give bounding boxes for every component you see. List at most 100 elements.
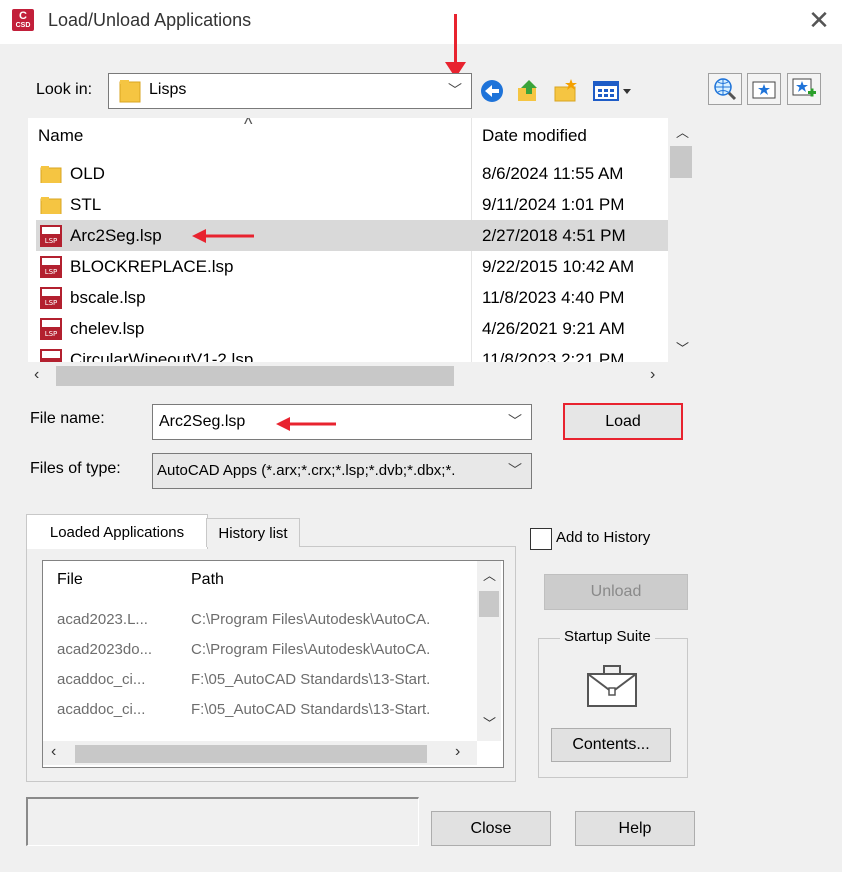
scroll-right-arrow-icon[interactable]: › (455, 743, 460, 761)
lsp-file-icon: LSP (40, 225, 62, 247)
close-window-icon[interactable]: ✕ (806, 6, 832, 34)
file-list[interactable]: Name ^ Date modified OLD 8/6/2024 11:55 … (28, 118, 668, 362)
scroll-right-arrow-icon[interactable]: › (650, 366, 655, 384)
briefcase-icon[interactable] (586, 664, 638, 710)
loaded-list-vertical-scrollbar[interactable]: ︿ ﹀ (477, 561, 501, 741)
file-name: STL (70, 195, 102, 214)
column-header-date-modified[interactable]: Date modified (482, 118, 662, 154)
column-header-name[interactable]: Name (38, 118, 468, 154)
column-header-file[interactable]: File (57, 571, 83, 589)
scroll-left-arrow-icon[interactable]: ‹ (34, 366, 39, 384)
file-name: BLOCKREPLACE.lsp (70, 257, 234, 276)
files-of-type-label: Files of type: (30, 460, 121, 477)
file-name: CircularWipeoutV1-2.lsp (70, 350, 254, 362)
web-search-button[interactable] (708, 73, 742, 105)
file-row-chelev[interactable]: LSP chelev.lsp 4/26/2021 9:21 AM (36, 313, 668, 344)
load-unload-dialog: C CSD Load/Unload Applications ✕ Look in… (0, 0, 842, 872)
new-folder-button[interactable] (552, 77, 580, 105)
file-date: 9/22/2015 10:42 AM (482, 257, 635, 276)
up-folder-button[interactable] (514, 77, 542, 105)
file-row-circularwipeout[interactable]: LSP CircularWipeoutV1-2.lsp 11/8/2023 2:… (36, 344, 668, 362)
file-date: 11/8/2023 2:21 PM (482, 350, 625, 362)
file-date: 4/26/2021 9:21 AM (482, 319, 625, 338)
chevron-down-icon: ﹀ (448, 82, 462, 98)
scroll-down-arrow-icon[interactable]: ﹀ (483, 713, 496, 732)
close-button[interactable]: Close (431, 811, 551, 846)
file-name: bscale.lsp (70, 288, 146, 307)
folder-icon (40, 197, 62, 214)
tab-history-list[interactable]: History list (206, 518, 300, 547)
add-to-history-checkbox[interactable] (530, 528, 552, 550)
up-folder-icon (518, 80, 537, 101)
loaded-row[interactable]: acaddoc_ci... F:\05_AutoCAD Standards\13… (43, 695, 487, 725)
svg-text:LSP: LSP (45, 268, 58, 276)
help-button[interactable]: Help (575, 811, 695, 846)
scroll-down-arrow-icon[interactable]: ﹀ (676, 338, 689, 357)
file-date: 8/6/2024 11:55 AM (482, 164, 624, 183)
annotation-arrow-down (454, 14, 457, 66)
annotation-arrow-left (276, 417, 336, 431)
file-list-vertical-scrollbar[interactable]: ︿ ﹀ (668, 118, 696, 362)
scroll-left-arrow-icon[interactable]: ‹ (51, 743, 56, 761)
scroll-up-arrow-icon[interactable]: ︿ (676, 122, 689, 141)
loaded-row[interactable]: acad2023do... C:\Program Files\Autodesk\… (43, 635, 487, 665)
svg-text:LSP: LSP (45, 237, 58, 245)
lsp-file-icon: LSP (40, 349, 62, 362)
look-in-dropdown[interactable]: Lisps ﹀ (108, 73, 472, 109)
scrollbar-thumb[interactable] (75, 745, 427, 763)
favorites-button[interactable] (747, 73, 781, 105)
file-row-blockreplace[interactable]: LSP BLOCKREPLACE.lsp 9/22/2015 10:42 AM (36, 251, 668, 282)
loaded-applications-list[interactable]: File Path acad2023.L... C:\Program Files… (42, 560, 504, 768)
load-button[interactable]: Load (563, 403, 683, 440)
lsp-file-icon: LSP (40, 318, 62, 340)
globe-search-icon (714, 78, 737, 101)
annotation-arrow-left (192, 229, 254, 243)
loaded-row[interactable]: acad2023.L... C:\Program Files\Autodesk\… (43, 605, 487, 635)
loaded-path: F:\05_AutoCAD Standards\13-Start. (191, 701, 431, 718)
loaded-file: acad2023.L... (57, 611, 148, 628)
file-row-stl[interactable]: STL 9/11/2024 1:01 PM (36, 189, 668, 220)
file-date: 9/11/2024 1:01 PM (482, 195, 625, 214)
svg-text:LSP: LSP (45, 299, 58, 307)
add-to-history-label[interactable]: Add to History (556, 529, 650, 546)
add-to-favorites-icon (792, 78, 816, 97)
file-row-bscale[interactable]: LSP bscale.lsp 11/8/2023 4:40 PM (36, 282, 668, 313)
scrollbar-thumb[interactable] (56, 366, 454, 386)
file-name: Arc2Seg.lsp (70, 226, 162, 245)
loaded-file: acaddoc_ci... (57, 701, 146, 718)
add-favorite-button[interactable] (787, 73, 821, 105)
startup-suite-label: Startup Suite (560, 628, 655, 645)
title-bar: C CSD Load/Unload Applications ✕ (0, 0, 842, 44)
contents-button[interactable]: Contents... (551, 728, 671, 762)
loaded-path: F:\05_AutoCAD Standards\13-Start. (191, 671, 431, 688)
view-menu-button[interactable] (592, 77, 636, 105)
tab-loaded-applications[interactable]: Loaded Applications (26, 514, 208, 549)
scrollbar-thumb[interactable] (479, 591, 499, 617)
lsp-file-icon: LSP (40, 256, 62, 278)
file-date: 11/8/2023 4:40 PM (482, 288, 625, 307)
unload-button[interactable]: Unload (544, 574, 688, 610)
loaded-row[interactable]: acaddoc_ci... F:\05_AutoCAD Standards\13… (43, 665, 487, 695)
status-box (26, 797, 419, 846)
back-button[interactable] (478, 77, 506, 105)
loaded-list-horizontal-scrollbar[interactable]: ‹ › (43, 741, 477, 765)
file-name-input[interactable]: Arc2Seg.lsp ﹀ (152, 404, 532, 440)
new-folder-icon (554, 79, 577, 102)
column-header-path[interactable]: Path (191, 571, 224, 589)
loaded-path: C:\Program Files\Autodesk\AutoCA. (191, 611, 431, 628)
loaded-path: C:\Program Files\Autodesk\AutoCA. (191, 641, 431, 658)
back-arrow-icon (481, 80, 503, 102)
scroll-up-arrow-icon[interactable]: ︿ (483, 565, 496, 584)
app-icon: C CSD (12, 9, 34, 31)
file-row-arc2seg[interactable]: LSP Arc2Seg.lsp 2/27/2018 4:51 PM (36, 220, 668, 251)
file-row-old[interactable]: OLD 8/6/2024 11:55 AM (36, 158, 668, 189)
lsp-file-icon: LSP (40, 287, 62, 309)
file-name: chelev.lsp (70, 319, 145, 338)
files-of-type-dropdown[interactable]: AutoCAD Apps (*.arx;*.crx;*.lsp;*.dvb;*.… (152, 453, 532, 489)
file-name-label: File name: (30, 410, 105, 427)
file-list-horizontal-scrollbar[interactable]: ‹ › (28, 362, 668, 388)
look-in-value: Lisps (149, 81, 187, 98)
folder-star-icon (752, 81, 776, 99)
folder-icon (40, 166, 62, 183)
scrollbar-thumb[interactable] (670, 146, 692, 178)
